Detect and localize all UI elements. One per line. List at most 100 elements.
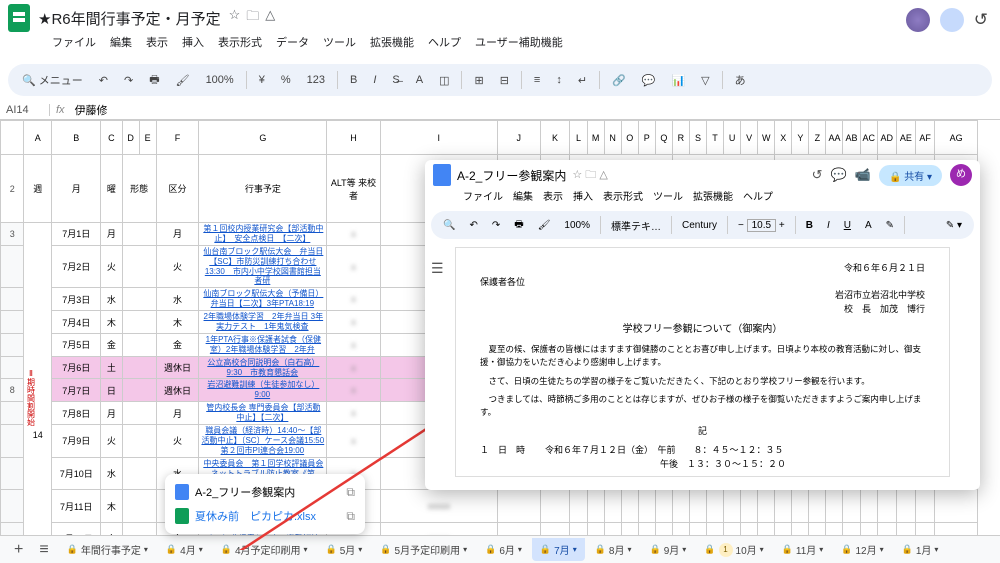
menu-help[interactable]: ヘルプ bbox=[743, 188, 773, 203]
share-button[interactable]: 🔒 共有 ▾ bbox=[879, 165, 942, 186]
comment-icon[interactable]: 💬 bbox=[638, 72, 660, 89]
document-title[interactable]: ★R6年間行事予定・月予定 bbox=[38, 8, 221, 29]
cloud-icon[interactable]: △ bbox=[265, 7, 275, 29]
sheet-tab[interactable]: 🔒110月 ▾ bbox=[696, 538, 771, 561]
add-sheet-button[interactable]: + bbox=[8, 541, 29, 559]
zoom-select[interactable]: 100% bbox=[202, 72, 238, 88]
name-box[interactable]: AI14 bbox=[0, 104, 50, 116]
sheet-tab[interactable]: 🔒12月 ▾ bbox=[833, 538, 891, 561]
comments-icon[interactable]: 💬 bbox=[831, 167, 847, 183]
wrap-button[interactable]: ↵ bbox=[574, 72, 591, 89]
table-row[interactable]: 7月11日木木実践AI研究会（生徒対応）※（経済時）市教研研下（B・EdvPat… bbox=[1, 490, 978, 523]
style-select[interactable]: 標準テキ… bbox=[607, 216, 665, 235]
menu-insert[interactable]: 挿入 bbox=[182, 34, 204, 50]
history-icon[interactable]: ↺ bbox=[974, 10, 988, 30]
italic-button[interactable]: I bbox=[823, 218, 834, 233]
link-button[interactable]: 🔗 bbox=[608, 72, 630, 89]
sheet-tab[interactable]: 🔒5月予定印刷用 ▾ bbox=[372, 538, 475, 561]
sheet-tab[interactable]: 🔒1月 ▾ bbox=[894, 538, 947, 561]
paint-format-icon[interactable]: 🖌 bbox=[172, 72, 194, 89]
sheet-tab[interactable]: 🔒8月 ▾ bbox=[587, 538, 640, 561]
paint-icon[interactable]: 🖌 bbox=[534, 218, 555, 233]
sheets-logo[interactable] bbox=[8, 4, 30, 32]
percent-button[interactable]: % bbox=[277, 72, 295, 88]
highlight-button[interactable]: ✎ bbox=[882, 218, 898, 233]
history-icon[interactable]: ↺ bbox=[812, 167, 823, 183]
sheet-tab[interactable]: 🔒6月 ▾ bbox=[477, 538, 530, 561]
menu-edit[interactable]: 編集 bbox=[110, 34, 132, 50]
menu-view[interactable]: 表示 bbox=[146, 34, 168, 50]
menu-tools[interactable]: ツール bbox=[653, 188, 683, 203]
menu-extensions[interactable]: 拡張機能 bbox=[693, 188, 733, 203]
redo-icon[interactable]: ↷ bbox=[488, 218, 504, 233]
zoom-select[interactable]: 100% bbox=[560, 218, 594, 233]
align-button[interactable]: ≡ bbox=[530, 72, 544, 88]
borders-button[interactable]: ⊞ bbox=[470, 72, 487, 89]
sheet-tab[interactable]: 🔒9月 ▾ bbox=[642, 538, 695, 561]
sheet-tab[interactable]: 🔒11月 ▾ bbox=[774, 538, 832, 561]
copy-icon[interactable]: ⧉ bbox=[346, 509, 355, 524]
undo-icon[interactable]: ↶ bbox=[465, 218, 481, 233]
docs-logo[interactable] bbox=[433, 164, 451, 186]
menu-format[interactable]: 表示形式 bbox=[218, 34, 262, 50]
font-select[interactable]: Century bbox=[678, 218, 721, 233]
user-avatar[interactable]: め bbox=[950, 164, 972, 186]
docs-title[interactable]: A-2_フリー参観案内 bbox=[457, 167, 566, 184]
comment-button[interactable] bbox=[940, 8, 964, 32]
format-number[interactable]: 123 bbox=[303, 72, 329, 88]
sheet-tabs-bar: + ≡ 🔒年間行事予定 ▾🔒4月 ▾🔒4月予定印刷用 ▾🔒5月 ▾🔒5月予定印刷… bbox=[0, 535, 1000, 563]
link-preview-item[interactable]: 夏休み前 ピカピカ.xlsx ⧉ bbox=[171, 504, 359, 528]
sheet-tab[interactable]: 🔒年間行事予定 ▾ bbox=[59, 538, 156, 561]
copy-icon[interactable]: ⧉ bbox=[346, 485, 355, 500]
sheet-tab[interactable]: 🔒7月 ▾ bbox=[532, 538, 585, 561]
sheet-tab[interactable]: 🔒5月 ▾ bbox=[318, 538, 371, 561]
star-icon[interactable]: ☆ bbox=[229, 7, 241, 29]
sheets-header: ★R6年間行事予定・月予定 ☆ 🗀 △ ↺ ファイル 編集 表示 挿入 表示形式… bbox=[0, 0, 1000, 60]
menu-tools[interactable]: ツール bbox=[323, 34, 356, 50]
formula-input[interactable]: 伊藤修 bbox=[71, 102, 108, 118]
strike-button[interactable]: S̶ bbox=[388, 72, 403, 88]
menu-edit[interactable]: 編集 bbox=[513, 188, 533, 203]
currency-button[interactable]: ¥ bbox=[255, 72, 269, 88]
document-page[interactable]: 令和６年６月２１日 保護者各位 岩沼市立岩沼北中学校 校 長 加茂 博行 学校フ… bbox=[455, 247, 950, 477]
menu-file[interactable]: ファイル bbox=[463, 188, 503, 203]
menu-format[interactable]: 表示形式 bbox=[603, 188, 643, 203]
menu-accessibility[interactable]: ユーザー補助機能 bbox=[475, 34, 563, 50]
redo-icon[interactable]: ↷ bbox=[120, 72, 137, 89]
text-color[interactable]: A bbox=[861, 218, 876, 233]
lock-icon: 🔒 bbox=[67, 544, 78, 555]
menu-view[interactable]: 表示 bbox=[543, 188, 563, 203]
input-bold[interactable]: あ bbox=[731, 70, 750, 90]
header-day: 曜 bbox=[101, 155, 122, 223]
sheet-tab[interactable]: 🔒4月 ▾ bbox=[158, 538, 211, 561]
italic-button[interactable]: I bbox=[369, 72, 380, 88]
collaborator-avatar[interactable] bbox=[906, 8, 930, 32]
filter-icon[interactable]: ▽ bbox=[697, 72, 713, 89]
all-sheets-button[interactable]: ≡ bbox=[33, 541, 54, 559]
merge-button[interactable]: ⊟ bbox=[496, 72, 513, 89]
chart-icon[interactable]: 📊 bbox=[667, 72, 689, 89]
valign-button[interactable]: ↕ bbox=[552, 72, 566, 88]
edit-mode[interactable]: ✎ ▾ bbox=[942, 218, 966, 233]
fill-color-button[interactable]: ◫ bbox=[435, 72, 453, 89]
meet-icon[interactable]: 📹 bbox=[855, 167, 871, 183]
outline-icon[interactable]: ☰ bbox=[431, 260, 444, 277]
print-icon[interactable]: 🖶 bbox=[510, 215, 527, 236]
menu-data[interactable]: データ bbox=[276, 34, 309, 50]
print-icon[interactable]: 🖶 bbox=[145, 69, 163, 92]
menu-insert[interactable]: 挿入 bbox=[573, 188, 593, 203]
menu-extensions[interactable]: 拡張機能 bbox=[370, 34, 414, 50]
search-menus[interactable]: 🔍 メニュー bbox=[18, 70, 87, 90]
link-preview-item[interactable]: A-2_フリー参観案内 ⧉ bbox=[171, 480, 359, 504]
move-icon[interactable]: 🗀 bbox=[246, 7, 259, 29]
undo-icon[interactable]: ↶ bbox=[95, 72, 112, 89]
bold-button[interactable]: B bbox=[346, 72, 361, 88]
sheet-tab[interactable]: 🔒4月予定印刷用 ▾ bbox=[213, 538, 316, 561]
text-color-button[interactable]: A bbox=[412, 72, 427, 88]
menu-file[interactable]: ファイル bbox=[52, 34, 96, 50]
menu-help[interactable]: ヘルプ bbox=[428, 34, 461, 50]
bold-button[interactable]: B bbox=[802, 218, 817, 233]
underline-button[interactable]: U bbox=[840, 218, 855, 233]
font-size[interactable]: − 10.5 + bbox=[734, 218, 789, 233]
search-icon[interactable]: 🔍 bbox=[439, 218, 459, 233]
